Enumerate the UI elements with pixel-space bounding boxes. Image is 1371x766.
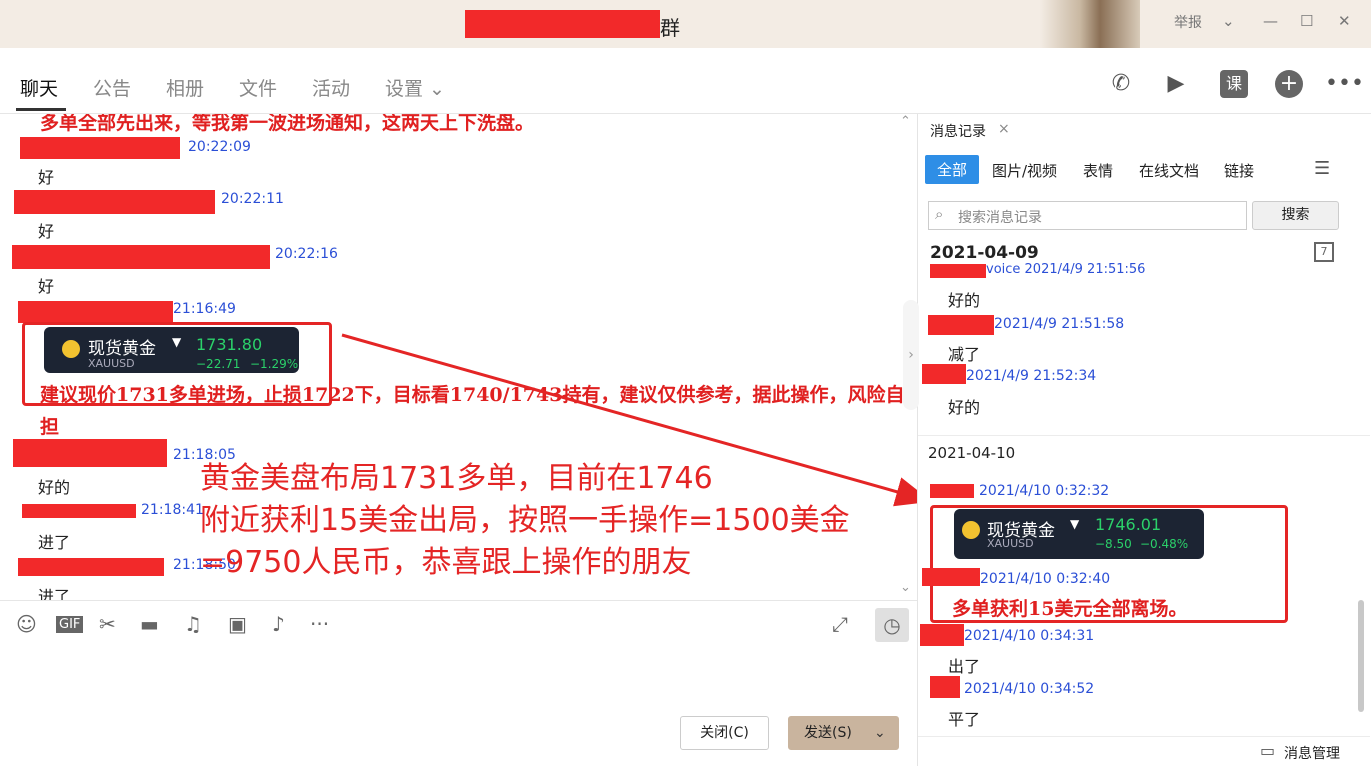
close-history-icon[interactable]: × (998, 121, 1010, 137)
history-scrollbar[interactable] (1358, 600, 1364, 712)
annotation-line: 附近获利15美金出局，按照一手操作=1500美金 (200, 503, 850, 538)
send-options-chevron-icon[interactable]: ⌄ (874, 725, 886, 741)
caret-down-icon: ▼ (1070, 517, 1080, 531)
more-tools-icon[interactable]: ··· (310, 612, 329, 636)
music-icon[interactable]: ♫ (184, 612, 202, 636)
filter-docs[interactable]: 在线文档 (1139, 160, 1199, 181)
history-text: 好的 (948, 291, 981, 310)
history-time: 2021/4/9 21:52:34 (966, 368, 1097, 384)
search-placeholder: 搜索消息记录 (958, 210, 1042, 226)
message-manage-link[interactable]: 消息管理 (1284, 743, 1340, 763)
search-button[interactable]: 搜索 (1252, 201, 1339, 230)
gold-coin-icon (962, 521, 980, 539)
quote-change-pct: −0.48% (1140, 537, 1189, 551)
history-text: 平了 (948, 710, 981, 729)
history-time: voice 2021/4/9 21:51:56 (986, 262, 1146, 277)
history-time: 2021/4/10 0:34:52 (964, 681, 1095, 697)
profit-text: 多单获利15美元全部离场。 (952, 598, 1188, 620)
history-text: 出了 (948, 657, 981, 676)
redacted-sender (930, 264, 986, 278)
filter-links[interactable]: 链接 (1224, 160, 1254, 181)
emoji-icon[interactable]: ☺ (16, 612, 37, 636)
filter-icon[interactable]: ☰ (1314, 158, 1330, 179)
history-clock-icon[interactable]: ◷ (875, 608, 909, 642)
expand-icon[interactable]: ⤢ (832, 612, 848, 636)
input-toolbar (0, 600, 917, 650)
scissors-icon[interactable]: ✂ (99, 612, 116, 636)
history-time: 2021/4/10 0:34:31 (964, 628, 1095, 644)
search-icon: ⌕ (935, 205, 944, 223)
annotation-text: 黄金美盘布局1731多单，目前在1746 附近获利15美金出局，按照一手操作=1… (200, 458, 850, 584)
divider (918, 736, 1370, 737)
history-text: 减了 (948, 345, 981, 364)
gold-quote-card[interactable]: 现货黄金 ▼ XAUUSD 1746.01 −8.50 −0.48% (954, 509, 1204, 559)
filter-emoji[interactable]: 表情 (1083, 160, 1113, 181)
close-chat-button[interactable]: 关闭(C) (680, 716, 769, 750)
filter-media[interactable]: 图片/视频 (992, 160, 1057, 181)
bell-icon[interactable]: ♪ (272, 612, 285, 636)
history-time: 2021/4/10 0:32:40 (980, 571, 1111, 587)
annotation-line: 黄金美盘布局1731多单，目前在1746 (200, 461, 713, 496)
collapse-panel-icon[interactable]: › (903, 300, 919, 410)
date-header: 2021-04-10 (928, 444, 1016, 462)
folder-icon[interactable]: ▬ (140, 612, 159, 636)
history-time: 2021/4/9 21:51:58 (994, 316, 1125, 332)
redacted-sender (920, 624, 964, 646)
image-icon[interactable]: ▣ (228, 612, 247, 636)
redacted-sender (922, 568, 980, 586)
quote-price: 1746.01 (1095, 515, 1162, 534)
date-header: 2021-04-09 (930, 243, 1039, 263)
history-tab-label[interactable]: 消息记录 (930, 121, 986, 141)
redacted-sender (930, 676, 960, 698)
annotation-line: =9750人民币，恭喜跟上操作的朋友 (200, 545, 692, 580)
history-text: 好的 (948, 398, 981, 417)
gif-icon[interactable]: GIF (56, 616, 84, 633)
message-manage-icon[interactable]: ▭ (1260, 741, 1275, 760)
redacted-sender (928, 315, 994, 335)
history-time: 2021/4/10 0:32:32 (979, 483, 1110, 499)
quote-change: −8.50 (1095, 537, 1132, 551)
redacted-sender (922, 364, 966, 384)
calendar-icon[interactable]: 7 (1314, 242, 1334, 262)
quote-symbol: XAUUSD (987, 537, 1034, 550)
divider (918, 435, 1370, 436)
redacted-sender (930, 484, 974, 498)
filter-all[interactable]: 全部 (925, 155, 980, 184)
